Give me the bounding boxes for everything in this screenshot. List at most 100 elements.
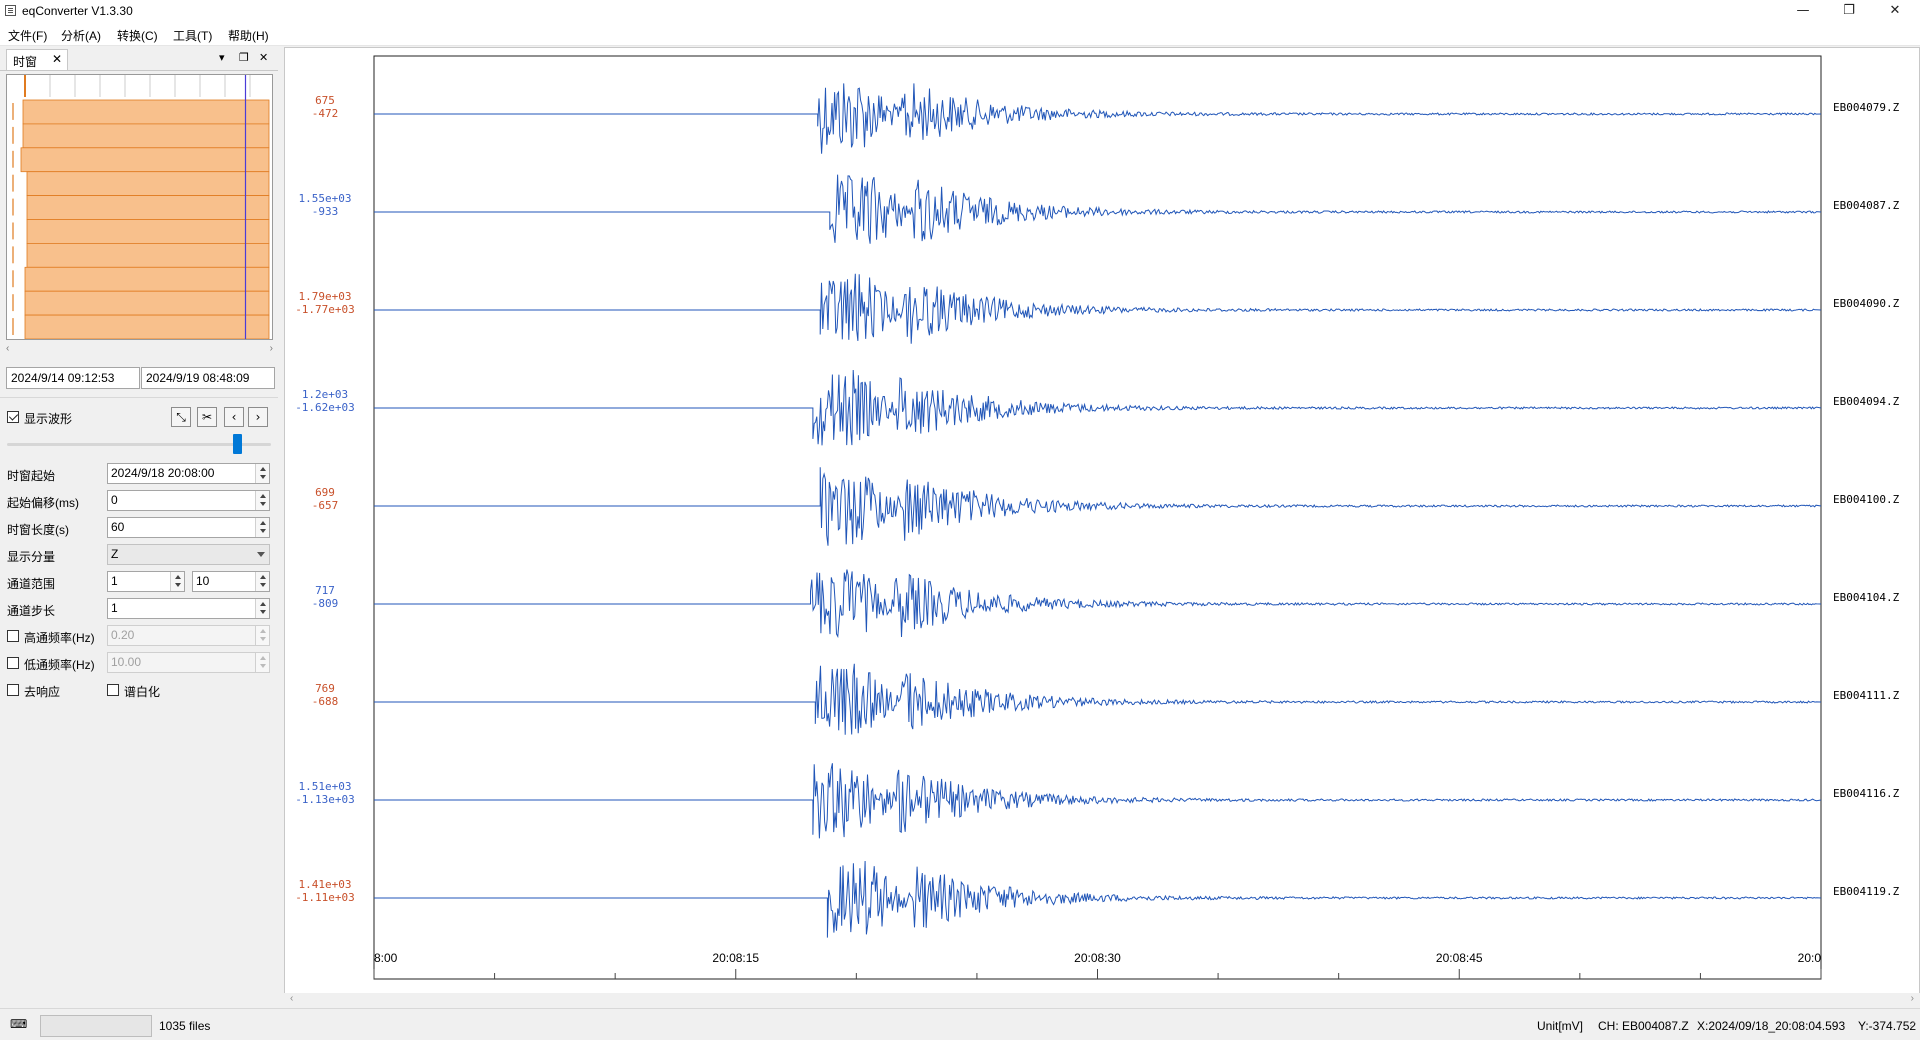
- menu-tools[interactable]: 工具(T): [173, 27, 212, 44]
- close-panel-icon[interactable]: ✕: [259, 51, 268, 64]
- fit-button[interactable]: ⤡: [171, 407, 191, 427]
- trace-channel-label: EB004111.Z: [1833, 689, 1900, 702]
- trace-max-label: 1.55e+03: [299, 192, 352, 205]
- channel-range-label: 通道范围: [7, 577, 56, 591]
- time-slider-thumb[interactable]: [233, 434, 242, 454]
- channel-step-input[interactable]: 1: [107, 598, 270, 619]
- lowpass-checkbox[interactable]: [7, 657, 19, 669]
- restore-button[interactable]: ❐: [1826, 0, 1872, 22]
- status-menu-icon[interactable]: ⌨: [10, 1017, 27, 1031]
- minimize-button[interactable]: —: [1780, 0, 1826, 22]
- tab-time-window[interactable]: 时窗 ✕: [6, 49, 68, 70]
- channel-range-from-spinner[interactable]: [170, 572, 184, 591]
- overview-row[interactable]: [26, 242, 270, 268]
- chevron-right-icon: ›: [255, 410, 261, 424]
- window-title: eqConverter V1.3.30: [22, 4, 133, 18]
- offset-input[interactable]: 0: [107, 490, 270, 511]
- whitening-checkbox[interactable]: [107, 684, 119, 696]
- close-button[interactable]: ✕: [1872, 0, 1918, 22]
- overview-svg: [7, 75, 272, 339]
- trace-max-label: 1.51e+03: [299, 780, 352, 793]
- time-slider-track[interactable]: [7, 443, 271, 446]
- trace-min-label: -809: [312, 597, 339, 610]
- waveform-panel[interactable]: 8:00 20:08:15 20:08:30 20:08:45 20:0 675 -472 E…: [284, 47, 1920, 1007]
- dropdown-arrow-icon[interactable]: ▾: [219, 51, 225, 64]
- overview-end-date[interactable]: 2024/9/19 08:48:09: [141, 367, 275, 389]
- length-label: 时窗长度(s): [7, 523, 69, 537]
- scroll-right-icon[interactable]: ›: [1911, 993, 1914, 1004]
- offset-spinner[interactable]: [255, 491, 269, 510]
- next-button[interactable]: ›: [248, 407, 268, 427]
- x-tick-label: 20:08:15: [712, 951, 759, 965]
- scroll-right-icon[interactable]: ›: [270, 343, 273, 354]
- show-waveform-checkbox[interactable]: [7, 411, 19, 423]
- trace-max-label: 717: [315, 584, 335, 597]
- overview-row[interactable]: [26, 195, 270, 220]
- float-panel-icon[interactable]: ❐: [239, 51, 249, 64]
- deresponse-checkbox[interactable]: [7, 684, 19, 696]
- divider: [0, 397, 278, 398]
- menu-analysis[interactable]: 分析(A): [61, 27, 101, 44]
- trace-channel-label: EB004090.Z: [1833, 297, 1900, 310]
- waveform-scrollbar[interactable]: ‹ ›: [284, 993, 1920, 1007]
- overview-row[interactable]: [24, 290, 270, 316]
- menu-file[interactable]: 文件(F): [8, 27, 47, 44]
- trace-channel-label: EB004094.Z: [1833, 395, 1900, 408]
- scroll-left-icon[interactable]: ‹: [6, 343, 9, 354]
- overview-start-date[interactable]: 2024/9/14 09:12:53: [6, 367, 140, 389]
- trace-max-label: 769: [315, 682, 335, 695]
- cut-button[interactable]: ✂: [197, 407, 217, 427]
- prev-button[interactable]: ‹: [224, 407, 244, 427]
- channel-range-to-value: 10: [196, 574, 210, 588]
- overview-row[interactable]: [20, 147, 270, 173]
- highpass-checkbox[interactable]: [7, 630, 19, 642]
- show-waveform-label: 显示波形: [24, 412, 73, 426]
- x-tick-label: 20:08:30: [1074, 951, 1121, 965]
- unit-label: Unit[mV]: [1537, 1019, 1584, 1033]
- offset-value: 0: [111, 493, 118, 507]
- overview-scrollbar[interactable]: ‹ ›: [6, 343, 273, 357]
- overview-row[interactable]: [26, 219, 270, 244]
- component-select[interactable]: Z: [107, 544, 270, 565]
- menu-help[interactable]: 帮助(H): [228, 27, 269, 44]
- overview-chart[interactable]: [6, 74, 273, 340]
- x-tick-label: 20:08:45: [1436, 951, 1483, 965]
- channel-range-to[interactable]: 10: [192, 571, 270, 592]
- component-label: 显示分量: [7, 550, 56, 564]
- window-start-value: 2024/9/18 20:08:00: [111, 466, 215, 480]
- tab-close-icon[interactable]: ✕: [52, 52, 62, 66]
- highpass-input[interactable]: 0.20: [107, 625, 270, 646]
- scroll-left-icon[interactable]: ‹: [290, 993, 293, 1004]
- channel-range-from[interactable]: 1: [107, 571, 185, 592]
- channel-step-value: 1: [111, 601, 118, 615]
- overview-row[interactable]: [24, 266, 270, 292]
- channel-range-from-value: 1: [111, 574, 118, 588]
- waveform-chart[interactable]: 8:00 20:08:15 20:08:30 20:08:45 20:0 675-472 E…: [285, 48, 1919, 992]
- title-bar: eqConverter V1.3.30 — ❐ ✕: [0, 0, 1920, 22]
- time-window-panel: 时窗 ✕ ▾ ❐ ✕ ‹ › 2024/9/14 09:12:53 2024/9…: [0, 47, 278, 1007]
- offset-label: 起始偏移(ms): [7, 496, 79, 510]
- length-input[interactable]: 60: [107, 517, 270, 538]
- trace-min-label: -1.13e+03: [295, 793, 355, 806]
- lowpass-spinner[interactable]: [255, 653, 269, 672]
- menu-convert[interactable]: 转换(C): [117, 27, 158, 44]
- channel-range-to-spinner[interactable]: [255, 572, 269, 591]
- channel-step-spinner[interactable]: [255, 599, 269, 618]
- overview-row[interactable]: [24, 314, 270, 339]
- overview-row[interactable]: [26, 171, 270, 196]
- app-icon: [5, 5, 16, 16]
- lowpass-input[interactable]: 10.00: [107, 652, 270, 673]
- trace-channel-label: EB004100.Z: [1833, 493, 1900, 506]
- panel-header: 时窗 ✕ ▾ ❐ ✕: [0, 47, 278, 71]
- trace-min-label: -1.77e+03: [295, 303, 355, 316]
- resize-grip-icon[interactable]: ⋰: [1906, 1021, 1916, 1032]
- window-start-label: 时窗起始: [7, 469, 56, 483]
- window-start-spinner[interactable]: [255, 464, 269, 483]
- highpass-spinner[interactable]: [255, 626, 269, 645]
- overview-row[interactable]: [22, 123, 270, 149]
- highpass-value: 0.20: [111, 628, 135, 642]
- length-spinner[interactable]: [255, 518, 269, 537]
- window-start-input[interactable]: 2024/9/18 20:08:00: [107, 463, 270, 484]
- lowpass-label: 低通频率(Hz): [24, 658, 95, 672]
- overview-row[interactable]: [22, 99, 270, 125]
